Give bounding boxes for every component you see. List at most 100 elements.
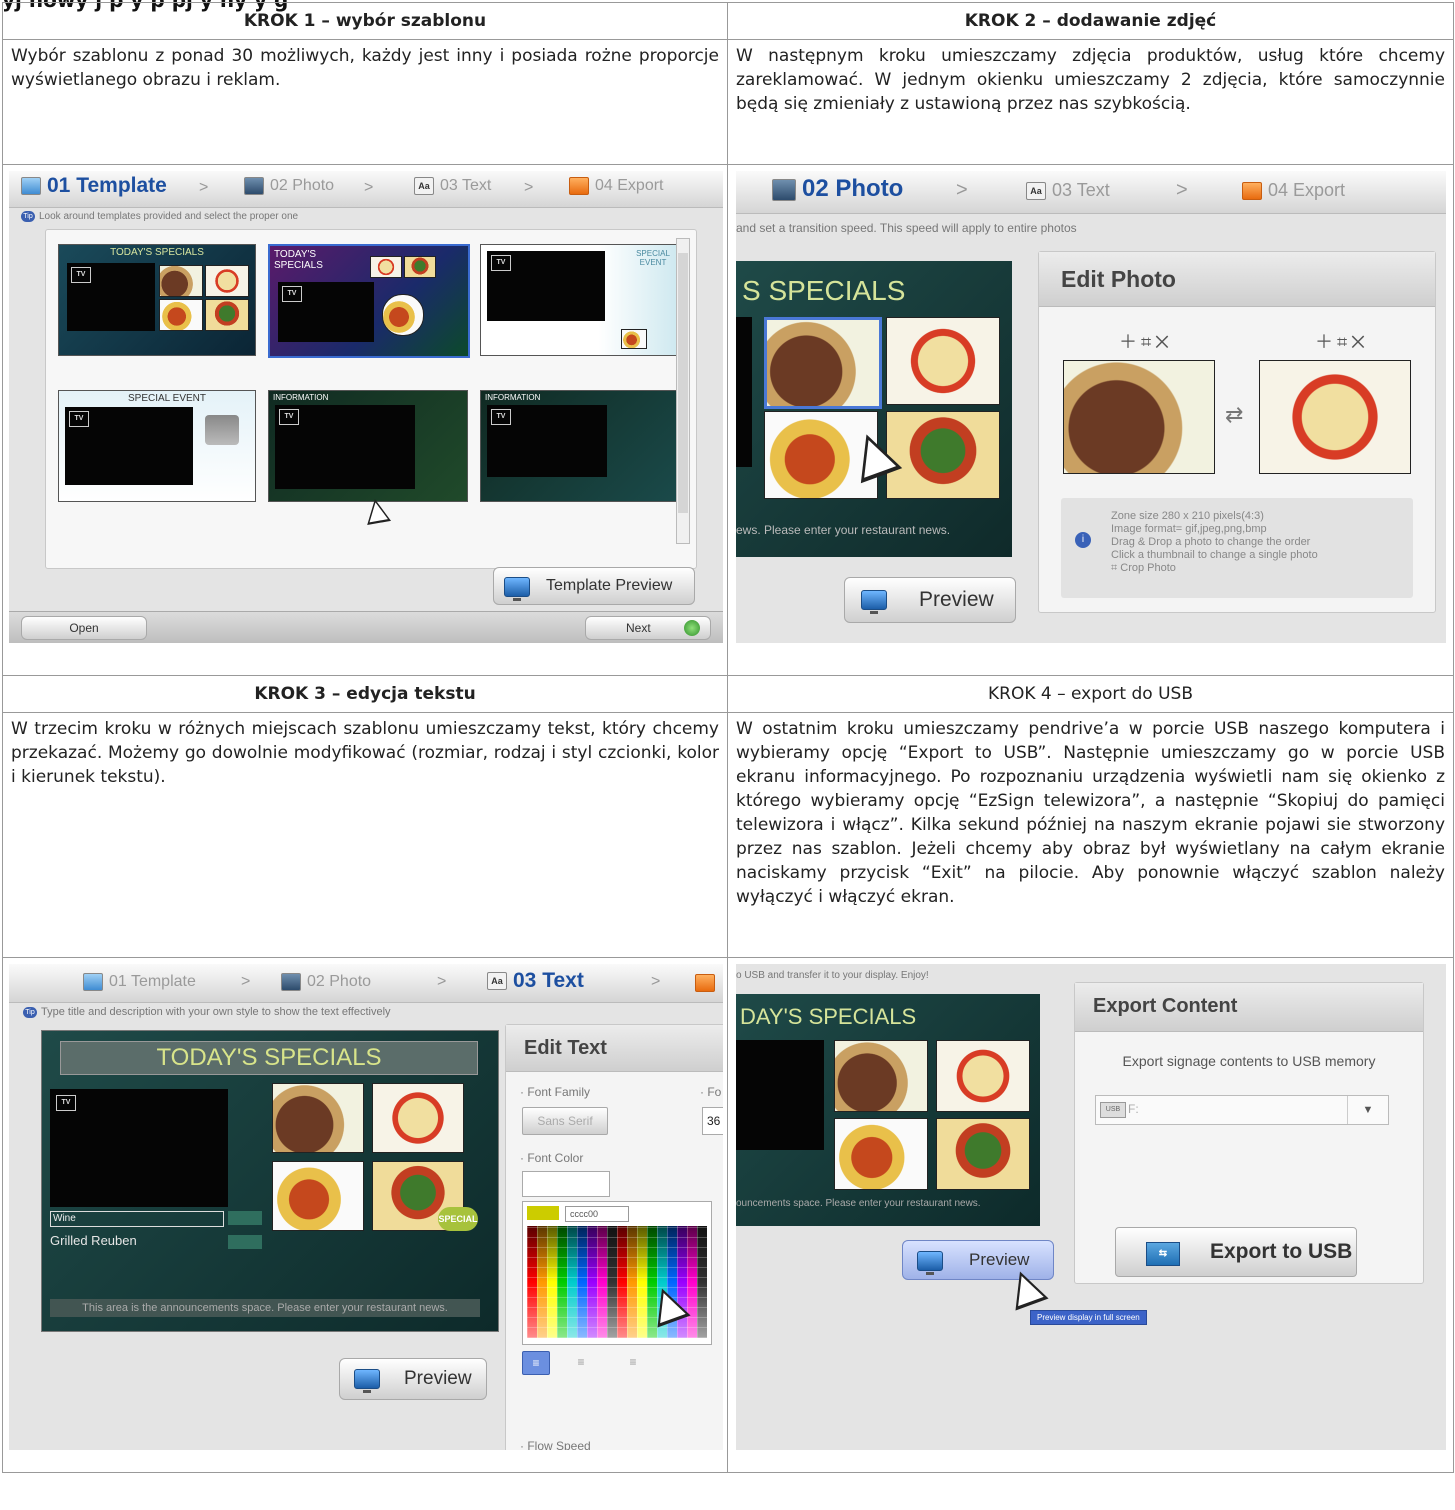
scrollbar-thumb[interactable] [678, 253, 688, 513]
food-photo-selected[interactable] [764, 317, 882, 409]
preview-button[interactable]: Preview [844, 577, 1016, 623]
template-canvas: S SPECIALS ews. Please enter your restau… [736, 261, 1012, 557]
font-color-swatch[interactable] [522, 1171, 610, 1197]
chevron-down-icon[interactable]: ▼ [1347, 1096, 1388, 1124]
gallery-scrollbar[interactable] [676, 238, 690, 544]
step-template[interactable]: 01 Template [21, 174, 167, 198]
step-text[interactable]: Aa 03 Text [1026, 180, 1110, 201]
bottom-bar: Open Next [9, 611, 723, 643]
export-description: Export signage contents to USB memory [1122, 1053, 1376, 1069]
tip-icon: Tip [23, 1006, 37, 1018]
swap-icon[interactable]: ⇄ [1225, 402, 1243, 428]
step1-heading: KROK 1 – wybór szablonu [2, 2, 728, 40]
template-title: SPECIAL EVENT [636, 249, 670, 267]
photo-info-box: i Zone size 280 x 210 pixels(4:3) Image … [1061, 498, 1413, 598]
step-photo[interactable]: 02 Photo [281, 973, 371, 991]
edit-photo-panel: Edit Photo ＋⌗✕ ＋⌗✕ ⇄ i Zone size 280 x 2… [1038, 251, 1436, 613]
step-export[interactable] [695, 974, 715, 992]
step-template[interactable]: 01 Template [83, 973, 196, 991]
template-icon [83, 973, 103, 991]
step-photo[interactable]: 02 Photo [244, 177, 334, 195]
usb-drive-select[interactable]: USB F: ▼ [1095, 1095, 1389, 1125]
template-thumbnail[interactable]: SPECIAL EVENT TV [58, 390, 256, 502]
usb-drive-icon: USB [1100, 1102, 1126, 1118]
announcement-text: ews. Please enter your restaurant news. [736, 523, 951, 537]
panel-header: Export Content [1075, 983, 1423, 1032]
align-left-button[interactable]: ≡ [522, 1351, 550, 1375]
tv-area [50, 1089, 228, 1207]
tv-logo: TV [491, 255, 511, 271]
font-color-label: · Font Color [520, 1151, 584, 1165]
step-text[interactable]: Aa 03 Text [487, 969, 584, 993]
panel-title: Edit Text [524, 1037, 607, 1059]
food-photo [159, 299, 203, 331]
price-field[interactable] [228, 1211, 262, 1225]
step3-heading: KROK 3 – edycja tekstu [2, 675, 728, 713]
tv-logo: TV [56, 1095, 76, 1111]
item-name-label[interactable]: Grilled Reuben [50, 1233, 137, 1248]
delete-icon: ✕ [1351, 332, 1369, 352]
steps-table: KROK 1 – wybór szablonu KROK 2 – dodawan… [2, 2, 1454, 1473]
template-thumbnail[interactable]: TODAY'S SPECIALS TV [58, 244, 256, 356]
step-separator: > [241, 973, 251, 990]
step-export[interactable]: 04 Export [569, 177, 663, 195]
photo-tools-left[interactable]: ＋⌗✕ [1119, 328, 1173, 354]
instruction-hint: Tip Look around templates provided and se… [21, 211, 298, 222]
template-canvas: DAY'S SPECIALS ouncements space. Please … [736, 994, 1040, 1226]
step-separator: > [524, 179, 534, 196]
next-button[interactable]: Next [585, 616, 711, 640]
open-button[interactable]: Open [21, 616, 147, 640]
align-right-button[interactable]: ≡ [620, 1351, 646, 1373]
food-photo [205, 265, 249, 297]
food-photo[interactable] [886, 317, 1000, 405]
export-icon [1242, 182, 1262, 201]
font-family-label: · Font Family [520, 1085, 591, 1099]
template-thumbnail[interactable]: TV SPECIAL EVENT [480, 244, 678, 356]
preview-button[interactable]: Preview [339, 1358, 487, 1400]
align-center-button[interactable]: ≡ [568, 1351, 594, 1373]
photo-info-lines: Zone size 280 x 210 pixels(4:3) Image fo… [1111, 510, 1318, 575]
hex-color-input[interactable]: cccc00 [565, 1206, 629, 1222]
step-separator: > [199, 179, 209, 196]
color-picker[interactable]: cccc00 [522, 1201, 712, 1345]
food-photo[interactable] [886, 411, 1000, 499]
crop-icon: ⌗ [1141, 332, 1156, 352]
monitor-icon [504, 577, 530, 601]
tip-icon: Tip [21, 211, 35, 222]
item-name-field[interactable]: Wine [50, 1211, 224, 1227]
photo-slot-1[interactable] [1063, 360, 1215, 474]
instruction-hint: o USB and transfer it to your display. E… [736, 970, 929, 981]
wizard-steps-bar: 01 Template > 02 Photo > Aa 03 Text > 04 … [9, 171, 723, 208]
text-icon: Aa [487, 972, 507, 991]
food-photo [372, 1083, 464, 1153]
step-photo[interactable]: 02 Photo [772, 175, 903, 203]
photo-slot-2[interactable] [1259, 360, 1411, 474]
photo-tools-right[interactable]: ＋⌗✕ [1315, 328, 1369, 354]
tv-logo: TV [279, 409, 299, 425]
font-family-select[interactable]: Sans Serif [522, 1107, 608, 1135]
font-size-input[interactable]: 36 [702, 1107, 723, 1135]
add-icon: ＋ [1119, 332, 1141, 352]
wizard-steps-bar: 01 Template > 02 Photo > Aa 03 Text > [9, 964, 723, 1003]
delete-icon: ✕ [1155, 332, 1173, 352]
price-field[interactable] [228, 1235, 262, 1249]
crop-photo-link[interactable]: ⌗ Crop Photo [1111, 562, 1318, 575]
tv-logo: TV [282, 286, 302, 302]
export-to-usb-button[interactable]: ⇆ Export to USB [1115, 1227, 1357, 1277]
canvas-banner: S SPECIALS [742, 275, 906, 306]
announcement-text: ouncements space. Please enter your rest… [736, 1198, 981, 1209]
food-photo [621, 329, 647, 349]
template-thumbnail[interactable]: INFORMATION TV [268, 390, 468, 502]
step2-description: W następnym kroku umieszczamy zdjęcia pr… [727, 39, 1454, 165]
step-export[interactable]: 04 Export [1242, 180, 1345, 201]
template-thumbnail-selected[interactable]: TODAY'S SPECIALS TV [268, 244, 470, 358]
template-preview-button[interactable]: Template Preview [493, 567, 695, 605]
font-size-label: · Fo [700, 1085, 722, 1099]
food-photo [404, 256, 436, 278]
step1-screenshot-cell: 01 Template > 02 Photo > Aa 03 Text > 04 … [2, 164, 728, 676]
canvas-title[interactable]: TODAY'S SPECIALS [60, 1041, 478, 1075]
color-palette-grid[interactable] [527, 1226, 707, 1338]
template-thumbnail[interactable]: INFORMATION TV [480, 390, 678, 502]
step-text[interactable]: Aa 03 Text [414, 177, 491, 195]
announcement-field[interactable]: This area is the announcements space. Pl… [50, 1299, 480, 1317]
